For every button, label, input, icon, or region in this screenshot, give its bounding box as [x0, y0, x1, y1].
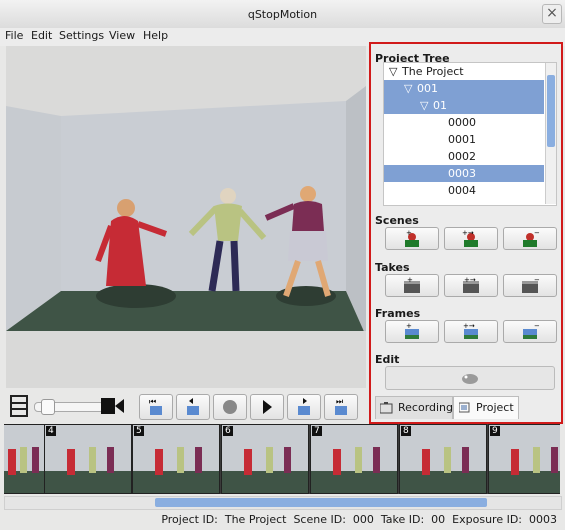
frame-thumbnail[interactable]: 6	[221, 424, 309, 494]
insert-take-button[interactable]: +→	[444, 274, 498, 297]
record-icon	[223, 400, 237, 414]
frame-thumbnail[interactable]: 4	[44, 424, 132, 494]
svg-text:⏮: ⏮	[149, 397, 156, 406]
tree-node[interactable]: 0003	[384, 165, 544, 182]
frames-label: Frames	[375, 307, 421, 320]
insert-scene-icon: +→	[462, 229, 478, 247]
svg-text:−: −	[534, 276, 540, 284]
add-frame-button[interactable]: +	[385, 320, 439, 343]
frame-thumbnail[interactable]: 7	[310, 424, 398, 494]
filmstrip-scrollbar[interactable]	[4, 496, 562, 510]
edit-label: Edit	[375, 353, 400, 366]
add-scene-button[interactable]: +	[385, 227, 439, 250]
add-frame-icon: +	[405, 322, 419, 339]
tree-scrollbar[interactable]	[545, 63, 556, 204]
previous-frame-icon	[187, 398, 199, 415]
insert-frame-button[interactable]: +→	[444, 320, 498, 343]
previous-frame-button[interactable]	[176, 394, 210, 420]
remove-scene-icon: −	[523, 229, 540, 247]
menu-view[interactable]: View	[109, 29, 135, 42]
insert-scene-button[interactable]: +→	[444, 227, 498, 250]
camera-preview	[6, 46, 366, 388]
svg-text:+: +	[406, 322, 412, 330]
frame-number: 7	[312, 426, 322, 436]
add-take-icon: +	[404, 276, 420, 293]
svg-text:⏭: ⏭	[336, 397, 343, 406]
frame-number: 5	[134, 426, 144, 436]
tree-node[interactable]: ▽ The Project	[384, 63, 544, 80]
filmstrip-icon	[10, 395, 28, 417]
remove-frame-button[interactable]: −	[503, 320, 557, 343]
scenes-label: Scenes	[375, 214, 419, 227]
camera-icon	[380, 402, 393, 414]
remove-take-icon: −	[522, 276, 540, 293]
expand-icon[interactable]: ▽	[389, 63, 397, 80]
takes-label: Takes	[375, 261, 410, 274]
add-take-button[interactable]: +	[385, 274, 439, 297]
tree-node[interactable]: 0001	[384, 131, 544, 148]
frame-number: 6	[223, 426, 233, 436]
svg-text:+→: +→	[462, 229, 474, 237]
tab-recording[interactable]: Recording	[375, 396, 453, 419]
expand-icon[interactable]: ▽	[420, 97, 428, 114]
slider-handle[interactable]	[41, 399, 55, 415]
insert-frame-icon: +→	[463, 322, 478, 339]
svg-text:+→: +→	[464, 276, 476, 284]
tree-node[interactable]: ▽ 01	[384, 97, 544, 114]
insert-take-icon: +→	[463, 276, 479, 293]
menu-settings[interactable]: Settings	[59, 29, 104, 42]
project-panel: Project Tree ▽ The Project ▽ 001 ▽ 01 00…	[369, 42, 563, 424]
tree-node[interactable]: 0000	[384, 114, 544, 131]
gimp-icon	[462, 374, 478, 384]
menu-file[interactable]: File	[5, 29, 23, 42]
frame-thumbnail[interactable]	[4, 424, 45, 494]
first-frame-button[interactable]: ⏮	[139, 394, 173, 420]
play-icon	[263, 400, 272, 414]
frame-number: 8	[401, 426, 411, 436]
add-scene-icon: +	[405, 229, 419, 247]
last-frame-icon: ⏭	[335, 397, 347, 415]
play-button[interactable]	[250, 394, 284, 420]
next-frame-icon	[298, 398, 310, 415]
menu-help[interactable]: Help	[143, 29, 168, 42]
menu-edit[interactable]: Edit	[31, 29, 52, 42]
status-bar: Project ID: The Project Scene ID: 000 Ta…	[0, 510, 565, 530]
project-tree[interactable]: ▽ The Project ▽ 001 ▽ 01 0000 0001 0002 …	[383, 62, 557, 206]
frame-thumbnail[interactable]: 9	[488, 424, 560, 494]
svg-text:+→: +→	[463, 322, 475, 330]
remove-take-button[interactable]: −	[503, 274, 557, 297]
expand-icon[interactable]: ▽	[404, 80, 412, 97]
status-text: Project ID: The Project Scene ID: 000 Ta…	[161, 513, 557, 526]
scrollbar-thumb[interactable]	[155, 498, 487, 507]
next-frame-button[interactable]	[287, 394, 321, 420]
close-icon[interactable]: ×	[542, 4, 562, 24]
tree-node[interactable]: ▽ 001	[384, 80, 544, 97]
window-title: qStopMotion	[247, 8, 318, 21]
project-icon	[459, 402, 470, 413]
last-frame-button[interactable]: ⏭	[324, 394, 358, 420]
frame-thumbnail[interactable]: 8	[399, 424, 487, 494]
svg-text:+: +	[406, 229, 412, 237]
first-frame-icon: ⏮	[149, 397, 162, 415]
frame-filmstrip[interactable]: 4 5 6 7 8 9	[4, 424, 560, 494]
playback-controls: ⏮ ⏭	[6, 391, 366, 423]
record-button[interactable]	[213, 394, 247, 420]
svg-text:+: +	[407, 276, 413, 284]
scrollbar-thumb[interactable]	[547, 75, 555, 147]
remove-scene-button[interactable]: −	[503, 227, 557, 250]
frame-number: 4	[46, 426, 56, 436]
svg-text:−: −	[534, 229, 540, 237]
tree-node[interactable]: 0004	[384, 182, 544, 199]
tab-project[interactable]: Project	[453, 396, 519, 419]
frame-number: 9	[490, 426, 500, 436]
tree-node[interactable]: 0002	[384, 148, 544, 165]
remove-frame-icon: −	[523, 322, 540, 339]
frame-thumbnail[interactable]: 5	[132, 424, 220, 494]
edit-frame-button[interactable]	[385, 366, 555, 390]
svg-text:−: −	[534, 322, 540, 330]
video-camera-icon[interactable]	[101, 396, 125, 416]
